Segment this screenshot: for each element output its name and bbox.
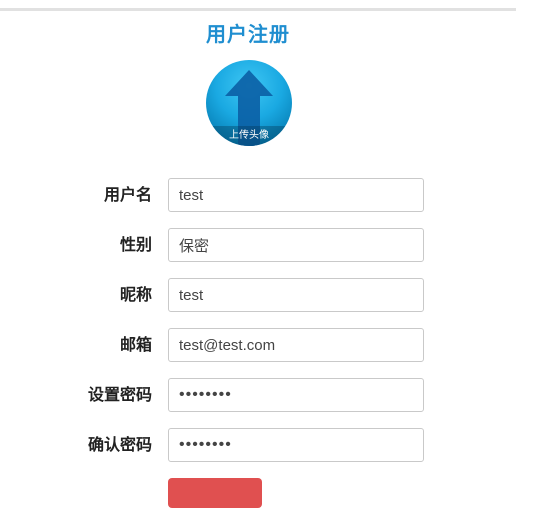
top-divider xyxy=(0,8,516,11)
confirm-password-input[interactable] xyxy=(168,428,424,462)
page-title: 用户注册 xyxy=(206,22,290,46)
nickname-input[interactable] xyxy=(168,278,424,312)
nickname-row: 昵称 xyxy=(0,278,500,312)
username-label: 用户名 xyxy=(103,185,152,204)
nickname-label: 昵称 xyxy=(119,285,152,304)
username-row: 用户名 xyxy=(0,178,500,212)
confirm-password-label: 确认密码 xyxy=(87,435,152,454)
password-input[interactable] xyxy=(168,378,424,412)
submit-button[interactable] xyxy=(168,478,262,508)
password-row: 设置密码 xyxy=(0,378,500,412)
password-label: 设置密码 xyxy=(87,385,152,404)
avatar-upload[interactable]: 上传头像 xyxy=(206,60,292,146)
email-row: 邮箱 xyxy=(0,328,500,362)
email-input[interactable] xyxy=(168,328,424,362)
gender-row: 性别 xyxy=(0,228,500,262)
email-label: 邮箱 xyxy=(119,335,152,354)
avatar-caption: 上传头像 xyxy=(229,130,269,141)
username-input[interactable] xyxy=(168,178,424,212)
gender-input[interactable] xyxy=(168,228,424,262)
gender-label: 性别 xyxy=(119,235,152,254)
confirm-password-row: 确认密码 xyxy=(0,428,500,462)
